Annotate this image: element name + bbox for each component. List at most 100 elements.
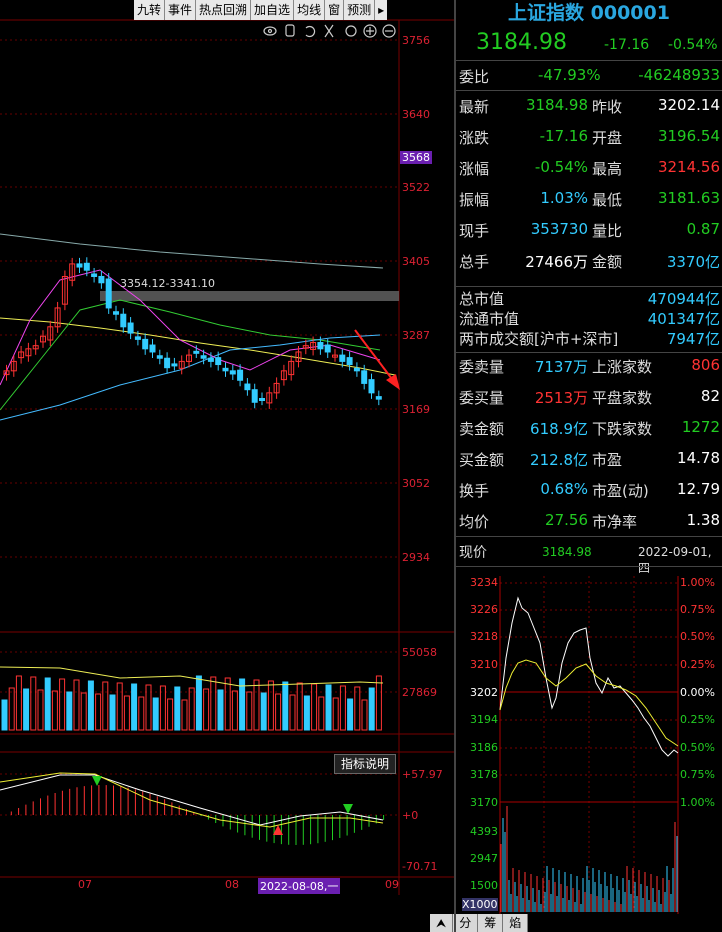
quote-panel: 上证指数 000001 3184.98 -17.16 -0.54% 委比 -47… (454, 0, 722, 932)
intraday-axis-right: 0.25% (680, 713, 715, 726)
toolbar-btn-add-watch[interactable]: 加自选 (251, 0, 295, 20)
volume-bar (188, 687, 195, 731)
market-cap-row: 两市成交额[沪市+深市] 7947亿 (456, 328, 722, 348)
rows-row: 涨幅 -0.54% 最高 3214.56 (456, 158, 722, 188)
macd-axis-label: -70.71 (402, 860, 438, 873)
candle (83, 262, 90, 271)
candle (207, 357, 214, 362)
candle (127, 322, 134, 334)
rows-label: 振幅 (459, 191, 490, 209)
date-crosshair-label: 2022-08-08,一 (258, 878, 341, 894)
price-change-pct: -0.54% (668, 37, 718, 53)
rows2-row: 委买量 2513万 平盘家数 82 (456, 387, 722, 417)
rows2-value: 212.8亿 (530, 451, 588, 469)
volume-bar (15, 675, 22, 731)
volume-bar (368, 687, 375, 731)
up-arrow-icon[interactable]: ⮝ (430, 914, 454, 932)
candle (368, 379, 375, 394)
intraday-axis-left: 3194 (470, 713, 498, 726)
intraday-axis-right: 0.75% (680, 768, 715, 781)
intraday-axis-left: 3178 (470, 768, 498, 781)
toolbar-btn-hot-review[interactable]: 热点回溯 (196, 0, 252, 20)
rows-value-2: 3181.63 (657, 189, 720, 207)
price-axis-label: 3287 (402, 329, 430, 342)
ma-line-long (0, 233, 384, 269)
market-cap-value: 7947亿 (666, 330, 720, 348)
toolbar-btn-events[interactable]: 事件 (165, 0, 197, 20)
rows2-label: 委卖量 (459, 358, 505, 376)
rows2-row: 卖金额 618.9亿 下跌家数 1272 (456, 418, 722, 448)
volume-bar (231, 690, 238, 731)
volume-bar (73, 679, 80, 731)
rows-value: -17.16 (539, 127, 588, 145)
volume-bar (123, 695, 130, 731)
volume-bar (210, 676, 217, 731)
volume-bar (87, 680, 94, 731)
intraday-axis-left: 3170 (470, 796, 498, 809)
intraday-axis-left: 3202 (470, 686, 498, 699)
volume-bar (51, 690, 58, 731)
volume-bar (289, 694, 296, 731)
current-price: 3184.98 (476, 30, 567, 55)
volume-bar (347, 698, 354, 731)
rows2-label-2: 市盈(动) (592, 482, 649, 500)
market-cap-label: 流通市值 (459, 310, 520, 328)
candle (91, 273, 98, 277)
volume-bar (246, 691, 253, 731)
volume-bar (282, 681, 289, 731)
macd-axis-label: +0 (402, 809, 419, 822)
volume-axis-label: 55058 (402, 646, 437, 659)
volume-bar (30, 676, 37, 731)
intraday-axis-left: 3234 (470, 576, 498, 589)
candle (164, 357, 171, 369)
rows2-value: 0.68% (540, 480, 588, 498)
candle (339, 354, 346, 362)
volume-axis-label: 27869 (402, 686, 437, 699)
toolbar-btn-jiuzhuan[interactable]: 九转 (134, 0, 166, 20)
volume-bar (361, 699, 368, 731)
candle (317, 342, 324, 350)
intraday-axis-right: 1.00% (680, 796, 715, 809)
rows-label-2: 昨收 (592, 98, 623, 116)
pin-icon[interactable]: ▸ (375, 0, 388, 20)
now-price: 3184.98 (542, 545, 592, 559)
weibi-label: 委比 (459, 68, 490, 86)
toolbar-btn-ma[interactable]: 均线 (294, 0, 326, 20)
candle (237, 369, 244, 381)
volume-bar (195, 675, 202, 731)
volume-bar (23, 688, 30, 731)
rows-label: 涨跌 (459, 129, 490, 147)
rows-row: 涨跌 -17.16 开盘 3196.54 (456, 127, 722, 157)
toolbar-btn-window[interactable]: 窗 (325, 0, 345, 20)
rows2-label: 委买量 (459, 389, 505, 407)
kline-svg (0, 19, 454, 895)
toolbar-btn-predict[interactable]: 预测 (344, 0, 376, 20)
rows2-row: 换手 0.68% 市盈(动) 12.79 (456, 480, 722, 510)
indicator-help-button[interactable]: 指标说明 (334, 754, 396, 774)
volume-bar (260, 692, 267, 731)
volume-bar (80, 692, 87, 731)
volume-bar (296, 682, 303, 731)
market-cap-label: 总市值 (459, 290, 505, 308)
rows2-value: 27.56 (545, 511, 588, 529)
rows-value-2: 3370亿 (666, 253, 720, 271)
rows-row: 最新 3184.98 昨收 3202.14 (456, 96, 722, 126)
rows2-row: 买金额 212.8亿 市盈 14.78 (456, 449, 722, 479)
kline-chart-area[interactable]: 九转 事件 热点回溯 加自选 均线 窗 预测 ▸ 3756 3640 3568 … (0, 0, 529, 932)
rows-row: 总手 27466万 金额 3370亿 (456, 251, 722, 281)
intraday-axis-left: 3186 (470, 741, 498, 754)
volume-bar (224, 677, 231, 731)
rows-value: 3184.98 (525, 96, 588, 114)
intraday-axis-right: 0.50% (680, 741, 715, 754)
volume-bars (1, 675, 382, 731)
rows-value: 1.03% (540, 189, 588, 207)
volume-bar (174, 686, 181, 731)
candle (113, 311, 119, 315)
volume-bar (275, 693, 282, 731)
intraday-vol-unit: X1000 (462, 898, 498, 911)
candle (98, 275, 105, 284)
rows2-label-2: 市盈 (592, 451, 623, 469)
rows-label: 总手 (459, 253, 490, 271)
weibi-row: 委比 -47.93% -46248933 (456, 66, 722, 96)
rows2-value-2: 1272 (681, 418, 720, 436)
